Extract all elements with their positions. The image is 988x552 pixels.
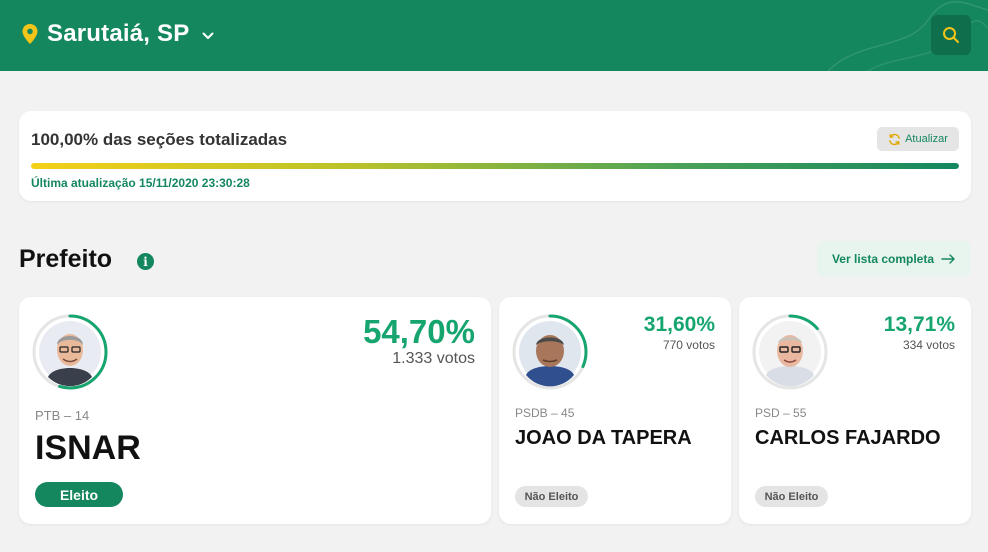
vote-percentage: 54,70% (363, 313, 475, 350)
candidate-card-winner[interactable]: 54,70% 1.333 votos PTB – 14 ISNAR Eleito (19, 297, 491, 524)
vote-count: 770 votos (662, 338, 715, 352)
arrow-right-icon (941, 253, 955, 264)
candidate-photo (32, 314, 108, 390)
vote-percentage: 31,60% (643, 313, 715, 336)
vote-percentage: 13,71% (883, 313, 955, 336)
location-selector[interactable]: Sarutaiá, SP (22, 20, 214, 48)
status-badge: Não Eleito (755, 486, 828, 507)
candidate-card[interactable]: 31,60% 770 votos PSDB – 45 JOAO DA TAPER… (499, 297, 731, 524)
totalization-progress-bar (31, 163, 959, 169)
candidate-name: CARLOS FAJARDO (755, 427, 941, 449)
chevron-down-icon (202, 32, 214, 39)
top-bar: Sarutaiá, SP (0, 0, 988, 71)
candidate-name: ISNAR (35, 429, 141, 467)
refresh-label: Atualizar (905, 133, 948, 145)
last-update-text: Última atualização 15/11/2020 23:30:28 (31, 176, 250, 190)
info-icon[interactable]: i (137, 253, 154, 270)
totalization-card: 100,00% das seções totalizadas Atualizar… (19, 111, 971, 201)
totalization-title: 100,00% das seções totalizadas (31, 130, 288, 149)
section-title: Prefeito (19, 245, 113, 273)
full-list-button[interactable]: Ver lista completa (817, 241, 971, 276)
candidate-name: JOAO DA TAPERA (515, 427, 692, 449)
vote-count: 334 votos (902, 338, 955, 352)
refresh-icon (889, 133, 900, 145)
party-number: PSD – 55 (755, 406, 807, 420)
party-number: PSDB – 45 (515, 406, 575, 420)
candidate-photo (512, 314, 588, 390)
candidate-photo (752, 314, 828, 390)
location-name: Sarutaiá, SP (47, 20, 190, 47)
map-pin-icon (22, 24, 38, 44)
refresh-button[interactable]: Atualizar (877, 127, 959, 151)
status-badge: Eleito (35, 482, 123, 507)
vote-count: 1.333 votos (392, 350, 475, 367)
party-number: PTB – 14 (35, 408, 90, 423)
search-button[interactable] (931, 15, 971, 55)
search-icon (943, 27, 959, 43)
full-list-label: Ver lista completa (831, 251, 935, 266)
progress-bar-fill (31, 163, 959, 169)
status-badge: Não Eleito (515, 486, 588, 507)
candidate-card[interactable]: 13,71% 334 votos PSD – 55 CARLOS FAJARDO… (739, 297, 971, 524)
